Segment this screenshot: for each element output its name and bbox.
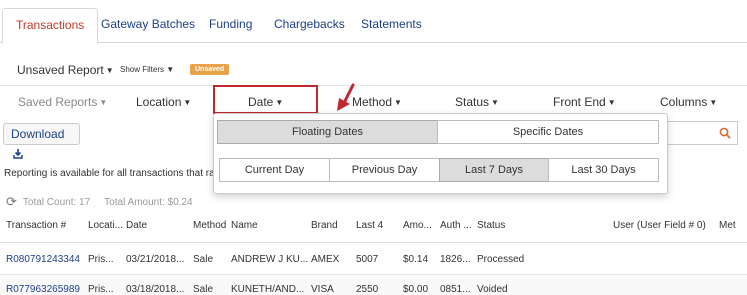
method-filter[interactable]: Method ▼	[352, 95, 402, 109]
filter-bar: Saved Reports ▼ Location ▼ Date ▼ Method ▼ S…	[0, 85, 747, 113]
column-header[interactable]: Name	[231, 220, 258, 231]
download-label: Download	[11, 127, 65, 141]
column-header[interactable]: Amo...	[403, 220, 432, 231]
previous-day-button[interactable]: Previous Day	[329, 158, 440, 182]
unsaved-badge: Unsaved	[190, 64, 230, 75]
last-7-days-button[interactable]: Last 7 Days	[439, 158, 549, 182]
column-header[interactable]: Met	[719, 220, 736, 231]
tab-bar: Transactions Gateway Batches Funding Cha…	[0, 0, 747, 44]
total-count: Total Count: 17	[22, 197, 91, 208]
date-highlight-box	[213, 85, 318, 114]
status-filter[interactable]: Status ▼	[455, 95, 499, 109]
table-cell: Sale	[193, 254, 214, 265]
columns-filter[interactable]: Columns ▼	[660, 95, 717, 109]
reporting-notice: Reporting is available for all transacti…	[4, 168, 226, 179]
table-cell: AMEX	[311, 254, 340, 265]
column-header[interactable]: Brand	[311, 220, 338, 231]
table-cell: $0.14	[403, 254, 429, 265]
transaction-link[interactable]: R077963265989	[6, 284, 80, 295]
caret-down-icon: ▼	[99, 98, 108, 107]
front-end-label: Front End	[553, 95, 606, 109]
table-row[interactable]: R080791243344 Pris... 03/21/2018... Sale…	[0, 245, 747, 275]
location-label: Location	[136, 95, 182, 109]
caret-down-icon: ▼	[105, 66, 114, 75]
total-amount: Total Amount: $0.24	[104, 197, 193, 208]
tab-chargebacks[interactable]: Chargebacks	[261, 8, 358, 43]
summary-row: ⟳ Total Count: 17 Total Amount: $0.24	[6, 194, 193, 210]
tab-gateway-batches[interactable]: Gateway Batches	[88, 8, 208, 43]
specific-dates-button[interactable]: Specific Dates	[437, 120, 659, 144]
caret-down-icon: ▼	[394, 98, 402, 107]
report-name: Unsaved Report	[17, 63, 104, 77]
table-cell: 03/21/2018...	[126, 254, 185, 265]
table-cell: Pris...	[88, 284, 114, 295]
refresh-icon[interactable]: ⟳	[6, 194, 17, 210]
table-cell: 1826...	[440, 254, 471, 265]
table-cell: Voided	[477, 284, 508, 295]
table-row[interactable]: R077963265989 Pris... 03/18/2018... Sale…	[0, 275, 747, 295]
status-label: Status	[455, 95, 490, 109]
caret-down-icon: ▼	[607, 98, 616, 107]
tab-transactions[interactable]: Transactions	[2, 8, 99, 44]
caret-down-icon: ▼	[183, 98, 192, 107]
column-header[interactable]: Transaction #	[6, 220, 66, 231]
last-30-days-button[interactable]: Last 30 Days	[548, 158, 659, 182]
table-cell: Processed	[477, 254, 525, 265]
location-filter[interactable]: Location ▼	[136, 95, 191, 109]
table-cell: ANDREW J KU...	[231, 254, 309, 265]
column-header[interactable]: Status	[477, 220, 505, 231]
annotation-arrow-icon	[337, 83, 355, 111]
table-cell: 0851...	[440, 284, 471, 295]
search-icon[interactable]	[719, 127, 731, 139]
table-cell: VISA	[311, 284, 334, 295]
tab-statements[interactable]: Statements	[348, 8, 435, 43]
transaction-link[interactable]: R080791243344	[6, 254, 80, 265]
column-header[interactable]: Locati...	[88, 220, 123, 231]
columns-label: Columns	[660, 95, 708, 109]
column-header[interactable]: Last 4	[356, 220, 383, 231]
saved-reports-label: Saved Reports	[18, 95, 98, 109]
date-dropdown: Floating Dates Specific Dates Current Da…	[213, 113, 668, 194]
caret-down-icon: ▼	[709, 98, 718, 107]
table-cell: 03/18/2018...	[126, 284, 185, 295]
column-header[interactable]: Method	[193, 220, 226, 231]
filter-icon: ▼	[166, 65, 175, 74]
column-header[interactable]: Date	[126, 220, 147, 231]
table-header: Transaction # Locati... Date Method Name…	[0, 213, 747, 243]
front-end-filter[interactable]: Front End ▼	[553, 95, 616, 109]
report-selector[interactable]: Unsaved Report ▼	[17, 63, 114, 77]
show-filters-label: Show Filters	[120, 65, 165, 74]
download-icon	[13, 149, 23, 159]
table-cell: 2550	[356, 284, 379, 295]
current-day-button[interactable]: Current Day	[219, 158, 330, 182]
column-header[interactable]: Auth ...	[440, 220, 472, 231]
caret-down-icon: ▼	[491, 98, 499, 107]
tab-funding[interactable]: Funding	[196, 8, 265, 43]
table-cell: Pris...	[88, 254, 114, 265]
column-header[interactable]: User (User Field # 0)	[613, 220, 706, 231]
floating-dates-button[interactable]: Floating Dates	[217, 120, 438, 144]
table-cell: KUNETH/AND...	[231, 284, 305, 295]
saved-reports-filter[interactable]: Saved Reports ▼	[18, 95, 107, 109]
table-cell: $0.00	[403, 284, 429, 295]
download-button[interactable]: Download	[3, 123, 80, 159]
table-cell: 5007	[356, 254, 379, 265]
show-filters-toggle[interactable]: Show Filters ▼	[120, 65, 174, 74]
table-cell: Sale	[193, 284, 214, 295]
